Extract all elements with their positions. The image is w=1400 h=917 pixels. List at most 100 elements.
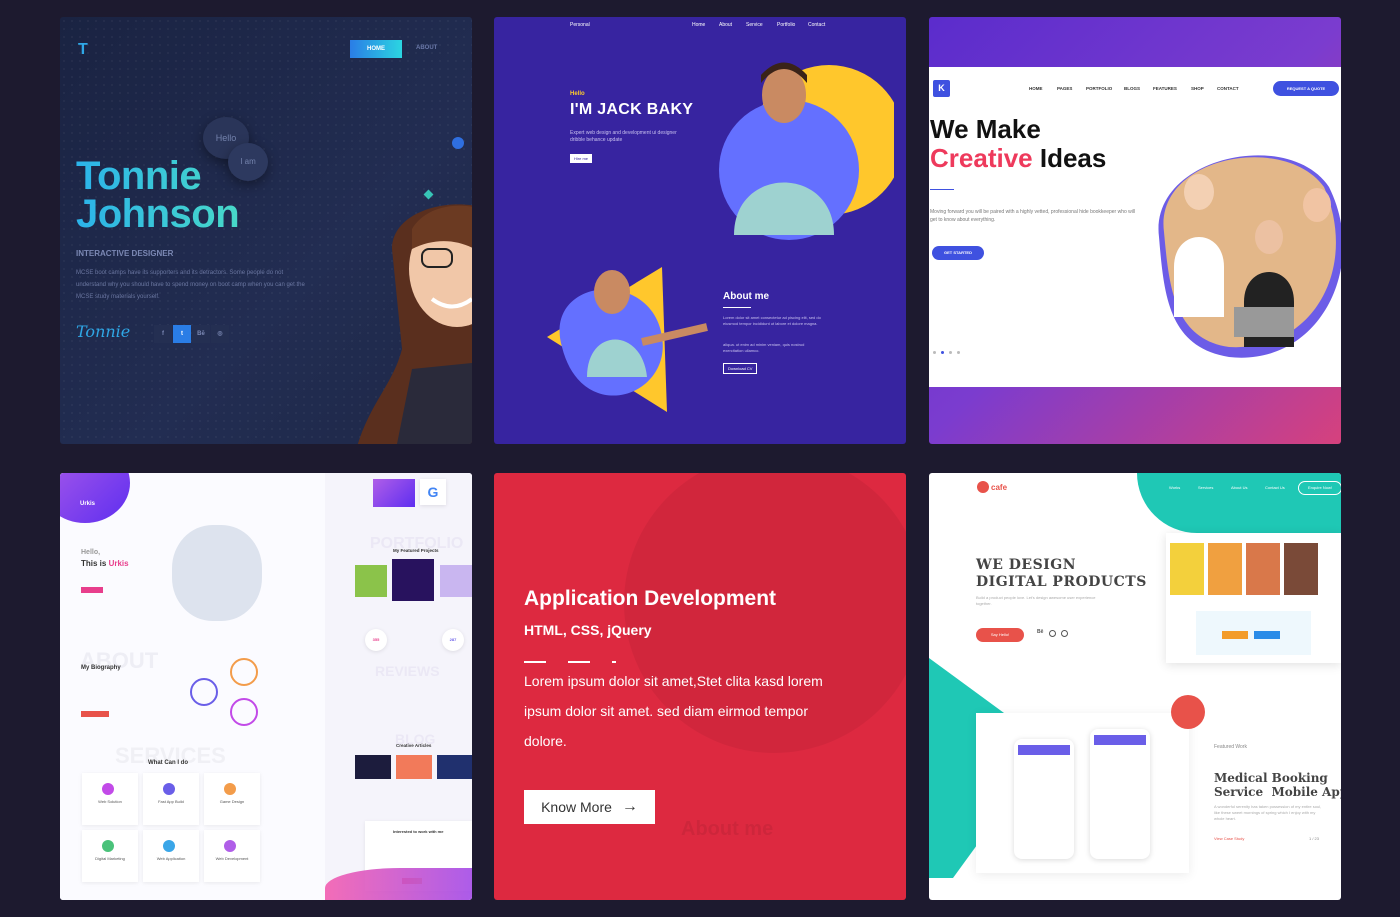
- book-cover: [1170, 543, 1204, 595]
- book-cover: [1208, 543, 1242, 595]
- urkis-template-card[interactable]: Urkis Hello, This is Urkis ABOUT My Biog…: [60, 473, 472, 900]
- nav-contact[interactable]: Contact Us: [1265, 485, 1285, 490]
- instagram-icon[interactable]: [1061, 630, 1068, 637]
- service-card[interactable]: Game Design: [204, 773, 260, 825]
- nav-about[interactable]: About Us: [1231, 485, 1247, 490]
- content-panel: K HOME PAGES PORTFOLIO BLOGS FEATURES SH…: [929, 67, 1341, 387]
- view-case-link[interactable]: View Case Study: [1214, 836, 1244, 841]
- google-icon[interactable]: G: [420, 479, 446, 505]
- request-quote-button[interactable]: REQUEST A QUOTE: [1273, 81, 1339, 96]
- dribbble-icon[interactable]: ◎: [211, 325, 229, 343]
- creative-ideas-template-card[interactable]: K HOME PAGES PORTFOLIO BLOGS FEATURES SH…: [929, 17, 1341, 444]
- twitter-icon[interactable]: t: [173, 325, 191, 343]
- mobile-showcase[interactable]: [976, 713, 1189, 873]
- nav-service[interactable]: Service: [746, 22, 763, 28]
- service-card[interactable]: Digital Marketing: [82, 830, 138, 882]
- logo-icon[interactable]: K: [933, 80, 950, 97]
- nav-home[interactable]: HOME: [1029, 86, 1043, 91]
- dribbble-icon[interactable]: [1049, 630, 1056, 637]
- decor-dot: [452, 137, 464, 149]
- google-play-badge[interactable]: [1222, 631, 1248, 639]
- case-title: Medical Booking Service Mobile App: [1214, 771, 1341, 799]
- about-photo: [547, 267, 708, 412]
- behance-icon[interactable]: Bē: [1037, 629, 1043, 635]
- skill-ring: [190, 678, 218, 706]
- about-underline: [723, 307, 751, 308]
- article-thumb[interactable]: [437, 755, 472, 779]
- hello-label: Hello: [570, 91, 585, 97]
- nav-blogs[interactable]: BLOGS: [1124, 86, 1140, 91]
- nav-features[interactable]: FEATURES: [1153, 86, 1177, 91]
- featured-title: My Featured Projects: [393, 548, 439, 553]
- service-card[interactable]: Web Application: [143, 830, 199, 882]
- article-thumb[interactable]: [355, 755, 391, 779]
- say-hello-button[interactable]: Say Hello!: [976, 628, 1024, 642]
- nav-portfolio[interactable]: Portfolio: [777, 22, 795, 28]
- facebook-icon[interactable]: f: [154, 325, 172, 343]
- nav-contact[interactable]: CONTACT: [1217, 86, 1239, 91]
- nav-about[interactable]: About: [719, 22, 732, 28]
- arrow-right-icon: →: [621, 798, 638, 815]
- nav-shop[interactable]: SHOP: [1191, 86, 1204, 91]
- project-thumb[interactable]: [355, 565, 387, 597]
- name-last: Johnson: [76, 192, 240, 236]
- slider-dot[interactable]: [957, 351, 960, 354]
- app-store-badge[interactable]: [1254, 631, 1280, 639]
- logo-icon[interactable]: [977, 481, 989, 493]
- project-thumb[interactable]: [440, 565, 472, 597]
- divider-dash: [524, 661, 546, 663]
- skill-ring: [230, 698, 258, 726]
- application-development-card[interactable]: About me Application Development HTML, C…: [494, 473, 906, 900]
- article-thumb[interactable]: [396, 755, 432, 779]
- book-showcase[interactable]: [1166, 533, 1341, 663]
- service-icon: [224, 840, 236, 852]
- nav-portfolio[interactable]: PORTFOLIO: [1086, 86, 1112, 91]
- promo-tile[interactable]: [373, 479, 415, 507]
- logo[interactable]: cafe: [991, 483, 1007, 492]
- pager[interactable]: 1 / 23: [1309, 836, 1319, 841]
- hero-title: I'M JACK BAKY: [570, 101, 694, 118]
- slider-dot-active[interactable]: [941, 351, 944, 354]
- articles-title: Creative Articles: [396, 743, 432, 748]
- bio-button[interactable]: [81, 711, 109, 717]
- ghost-about-text: About me: [681, 818, 774, 840]
- hero-headline: WE DESIGN DIGITAL PRODUCTS: [976, 557, 1147, 590]
- stat-badge: 355: [365, 629, 387, 651]
- tonnie-johnson-template-card[interactable]: T HOME ABOUT Hello I am Tonnie Johnson I…: [60, 17, 472, 444]
- service-icon: [102, 783, 114, 795]
- phone-mockup: [1090, 729, 1150, 859]
- nav-services[interactable]: Services: [1198, 485, 1213, 490]
- service-card[interactable]: Web Solution: [82, 773, 138, 825]
- logo-icon[interactable]: T: [78, 41, 88, 59]
- slider-dot[interactable]: [933, 351, 936, 354]
- logo[interactable]: Urkis: [80, 501, 95, 507]
- service-card[interactable]: Web Development: [204, 830, 260, 882]
- get-started-button[interactable]: GET STARTED: [932, 246, 984, 260]
- slider-dot[interactable]: [949, 351, 952, 354]
- service-card[interactable]: Fast App Build: [143, 773, 199, 825]
- nav-home-button[interactable]: HOME: [350, 40, 402, 58]
- service-icon: [163, 840, 175, 852]
- hero-name: Tonnie Johnson: [76, 157, 239, 233]
- enquire-button[interactable]: Enquire Now!: [1298, 481, 1341, 495]
- card-title: Application Development: [524, 587, 777, 610]
- nav-works[interactable]: Works: [1169, 485, 1180, 490]
- hero-paragraph: Moving forward you will be paired with a…: [930, 209, 1136, 223]
- nav-about-link[interactable]: ABOUT: [416, 45, 437, 51]
- nav-home[interactable]: Home: [692, 22, 705, 28]
- behance-icon[interactable]: Bē: [192, 325, 210, 343]
- know-more-label: Know More: [541, 799, 612, 815]
- nav-contact[interactable]: Contact: [808, 22, 825, 28]
- project-thumb[interactable]: [392, 559, 434, 601]
- intro-name: Urkis: [108, 559, 129, 568]
- intro-button[interactable]: [81, 587, 103, 593]
- signature: Tonnie: [76, 322, 131, 341]
- about-text-2: aliqua. ut enim ad minim veniam, quis no…: [723, 342, 805, 353]
- nav-pages[interactable]: PAGES: [1057, 86, 1072, 91]
- hire-me-button[interactable]: Hire me: [570, 154, 593, 163]
- know-more-button[interactable]: Know More →: [524, 790, 655, 824]
- cafe-template-card[interactable]: cafe Works Services About Us Contact Us …: [929, 473, 1341, 900]
- brand-label[interactable]: Personal: [570, 22, 590, 28]
- jack-baky-template-card[interactable]: Personal Home About Service Portfolio Co…: [494, 17, 906, 444]
- download-cv-button[interactable]: Download CV: [723, 363, 758, 374]
